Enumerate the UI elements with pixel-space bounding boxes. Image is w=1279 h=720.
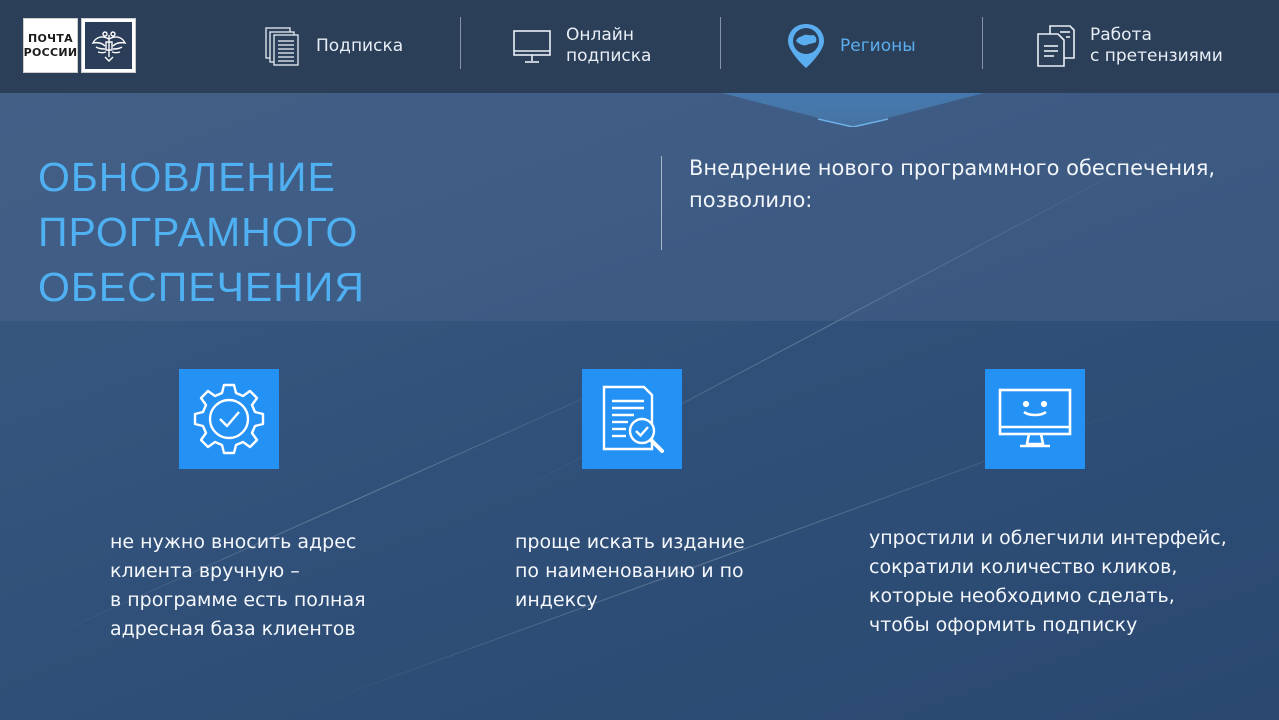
title-divider	[661, 156, 662, 250]
nav-item-subscription[interactable]: Подписка	[262, 18, 403, 74]
russian-post-logo[interactable]: ПОЧТА РОССИИ	[23, 18, 136, 73]
feature-description: проще искать издание по наименованию и п…	[515, 531, 745, 611]
map-pin-icon	[786, 24, 826, 68]
gear-check-icon	[179, 369, 279, 469]
active-tab-indicator	[722, 93, 984, 127]
nav-label: Онлайн подписка	[566, 25, 652, 66]
monitor-icon	[512, 24, 552, 68]
feature-description: не нужно вносить адрес клиента вручную –…	[110, 531, 366, 640]
logo-wordmark: ПОЧТА РОССИИ	[23, 18, 78, 73]
nav-divider	[460, 17, 461, 69]
feature-description: упростили и облегчили интерфейс, сократи…	[869, 527, 1227, 636]
nav-divider	[720, 17, 721, 69]
top-navigation-bar: ПОЧТА РОССИИ Подписка Онлайн подписка Ре…	[0, 0, 1279, 93]
eagle-emblem-icon	[81, 18, 136, 73]
nav-label: Работа с претензиями	[1090, 25, 1223, 66]
page-title: ОБНОВЛЕНИЕ ПРОГРАМНОГО ОБЕСПЕЧЕНИЯ	[38, 154, 365, 310]
documents-icon	[262, 24, 302, 68]
intro-text: Внедрение нового программного обеспечени…	[689, 156, 1216, 212]
nav-item-claims[interactable]: Работа с претензиями	[1036, 18, 1223, 74]
document-search-icon	[582, 369, 682, 469]
nav-item-online-subscription[interactable]: Онлайн подписка	[512, 18, 651, 74]
claims-document-icon	[1036, 24, 1076, 68]
nav-label: Регионы	[840, 35, 916, 56]
monitor-smile-icon	[985, 369, 1085, 469]
nav-label: Подписка	[316, 35, 404, 56]
nav-divider	[982, 17, 983, 69]
nav-item-regions[interactable]: Регионы	[786, 18, 916, 74]
